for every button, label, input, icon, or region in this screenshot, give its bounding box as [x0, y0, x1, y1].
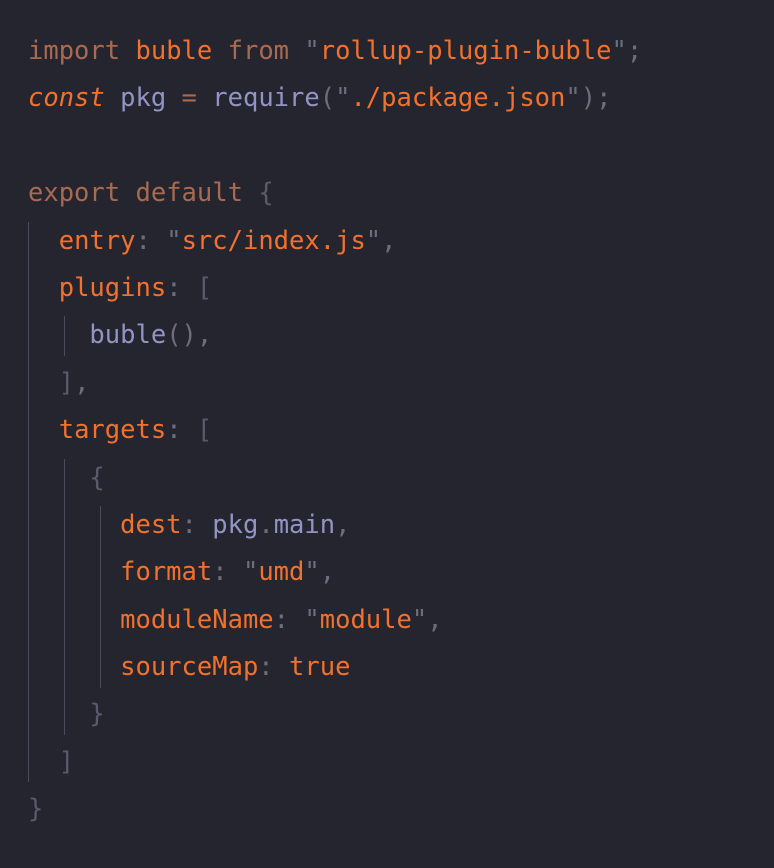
- token-str: umd: [258, 557, 305, 588]
- code-content[interactable]: import buble from "rollup-plugin-buble";…: [0, 28, 774, 834]
- token-var: main: [273, 509, 336, 540]
- token-kw: default: [135, 178, 243, 209]
- code-line[interactable]: import buble from "rollup-plugin-buble";: [0, 28, 774, 75]
- token-ident: entry: [58, 225, 136, 256]
- code-line[interactable]: targets: [: [0, 407, 774, 454]
- token-brace: }: [28, 794, 44, 825]
- token-punc: :: [135, 225, 151, 256]
- code-line[interactable]: }: [0, 786, 774, 833]
- token-kw: export: [28, 178, 121, 209]
- token-punc: (: [319, 83, 336, 114]
- token-brace: ]: [58, 367, 75, 398]
- token-punc: ;: [626, 36, 643, 66]
- token-brace: ]: [58, 746, 75, 777]
- token-punc: .: [258, 509, 274, 540]
- token-quote: ": [166, 225, 182, 256]
- code-line[interactable]: moduleName: "module",: [0, 597, 774, 644]
- token-str: ./package.json: [350, 83, 566, 114]
- code-line[interactable]: buble(),: [0, 312, 774, 359]
- token-punc: :: [166, 272, 182, 303]
- token-punc: ): [580, 83, 597, 114]
- token-quote: ": [335, 83, 351, 114]
- token-quote: ": [365, 225, 382, 256]
- token-var: buble: [89, 320, 167, 351]
- code-line[interactable]: [0, 123, 774, 170]
- token-quote: ": [411, 604, 428, 635]
- token-punc: ,: [427, 604, 443, 635]
- token-quote: ": [304, 36, 320, 66]
- code-editor[interactable]: import buble from "rollup-plugin-buble";…: [0, 0, 774, 868]
- code-line[interactable]: entry: "src/index.js",: [0, 218, 774, 265]
- code-line[interactable]: ],: [0, 360, 774, 407]
- token-var: require: [212, 83, 320, 114]
- token-quote: ": [304, 604, 320, 635]
- token-brace: [: [196, 415, 213, 446]
- token-kw-it: const: [28, 83, 105, 114]
- token-str: rollup-plugin-buble: [319, 36, 612, 66]
- token-punc: :: [166, 415, 182, 446]
- token-brace: {: [258, 178, 274, 209]
- token-punc: ;: [596, 83, 612, 114]
- token-ident: dest: [120, 509, 182, 540]
- token-ident: sourceMap: [120, 652, 259, 683]
- token-brace: }: [89, 699, 105, 730]
- token-punc: :: [181, 509, 197, 540]
- code-line[interactable]: {: [0, 455, 774, 502]
- token-punc: :: [258, 652, 274, 683]
- token-brace: {: [89, 462, 105, 493]
- token-punc: :: [212, 557, 228, 588]
- token-var: pkg: [212, 509, 259, 540]
- token-punc: ,: [319, 557, 336, 588]
- code-line[interactable]: plugins: [: [0, 265, 774, 312]
- token-quote: ": [611, 36, 627, 66]
- token-bool: true: [289, 652, 351, 683]
- token-kw: import: [28, 36, 121, 66]
- token-kw: from: [227, 36, 290, 66]
- token-punc: (: [166, 320, 182, 351]
- token-ident: format: [120, 557, 213, 588]
- token-quote: ": [565, 83, 581, 114]
- code-line[interactable]: sourceMap: true: [0, 644, 774, 691]
- token-punc: ,: [335, 509, 351, 540]
- code-line[interactable]: format: "umd",: [0, 549, 774, 596]
- token-punc: ,: [196, 320, 213, 351]
- token-quote: ": [242, 557, 259, 588]
- token-punc: ,: [74, 367, 90, 398]
- token-str: module: [319, 604, 412, 635]
- token-ident: buble: [135, 36, 213, 66]
- token-brace: [: [196, 272, 213, 303]
- code-line[interactable]: const pkg = require("./package.json");: [0, 75, 774, 122]
- code-line[interactable]: dest: pkg.main,: [0, 502, 774, 549]
- token-quote: ": [304, 557, 320, 588]
- token-punc: ,: [381, 225, 397, 256]
- token-str: src/index.js: [181, 225, 366, 256]
- token-ident: moduleName: [120, 604, 274, 635]
- code-line[interactable]: }: [0, 691, 774, 738]
- token-ident: targets: [58, 415, 167, 446]
- token-kw: =: [181, 83, 197, 114]
- code-line[interactable]: ]: [0, 739, 774, 786]
- token-punc: ): [181, 320, 197, 351]
- code-line[interactable]: export default {: [0, 170, 774, 217]
- token-ident: plugins: [58, 272, 167, 303]
- token-var: pkg: [120, 83, 167, 114]
- token-punc: :: [273, 604, 290, 635]
